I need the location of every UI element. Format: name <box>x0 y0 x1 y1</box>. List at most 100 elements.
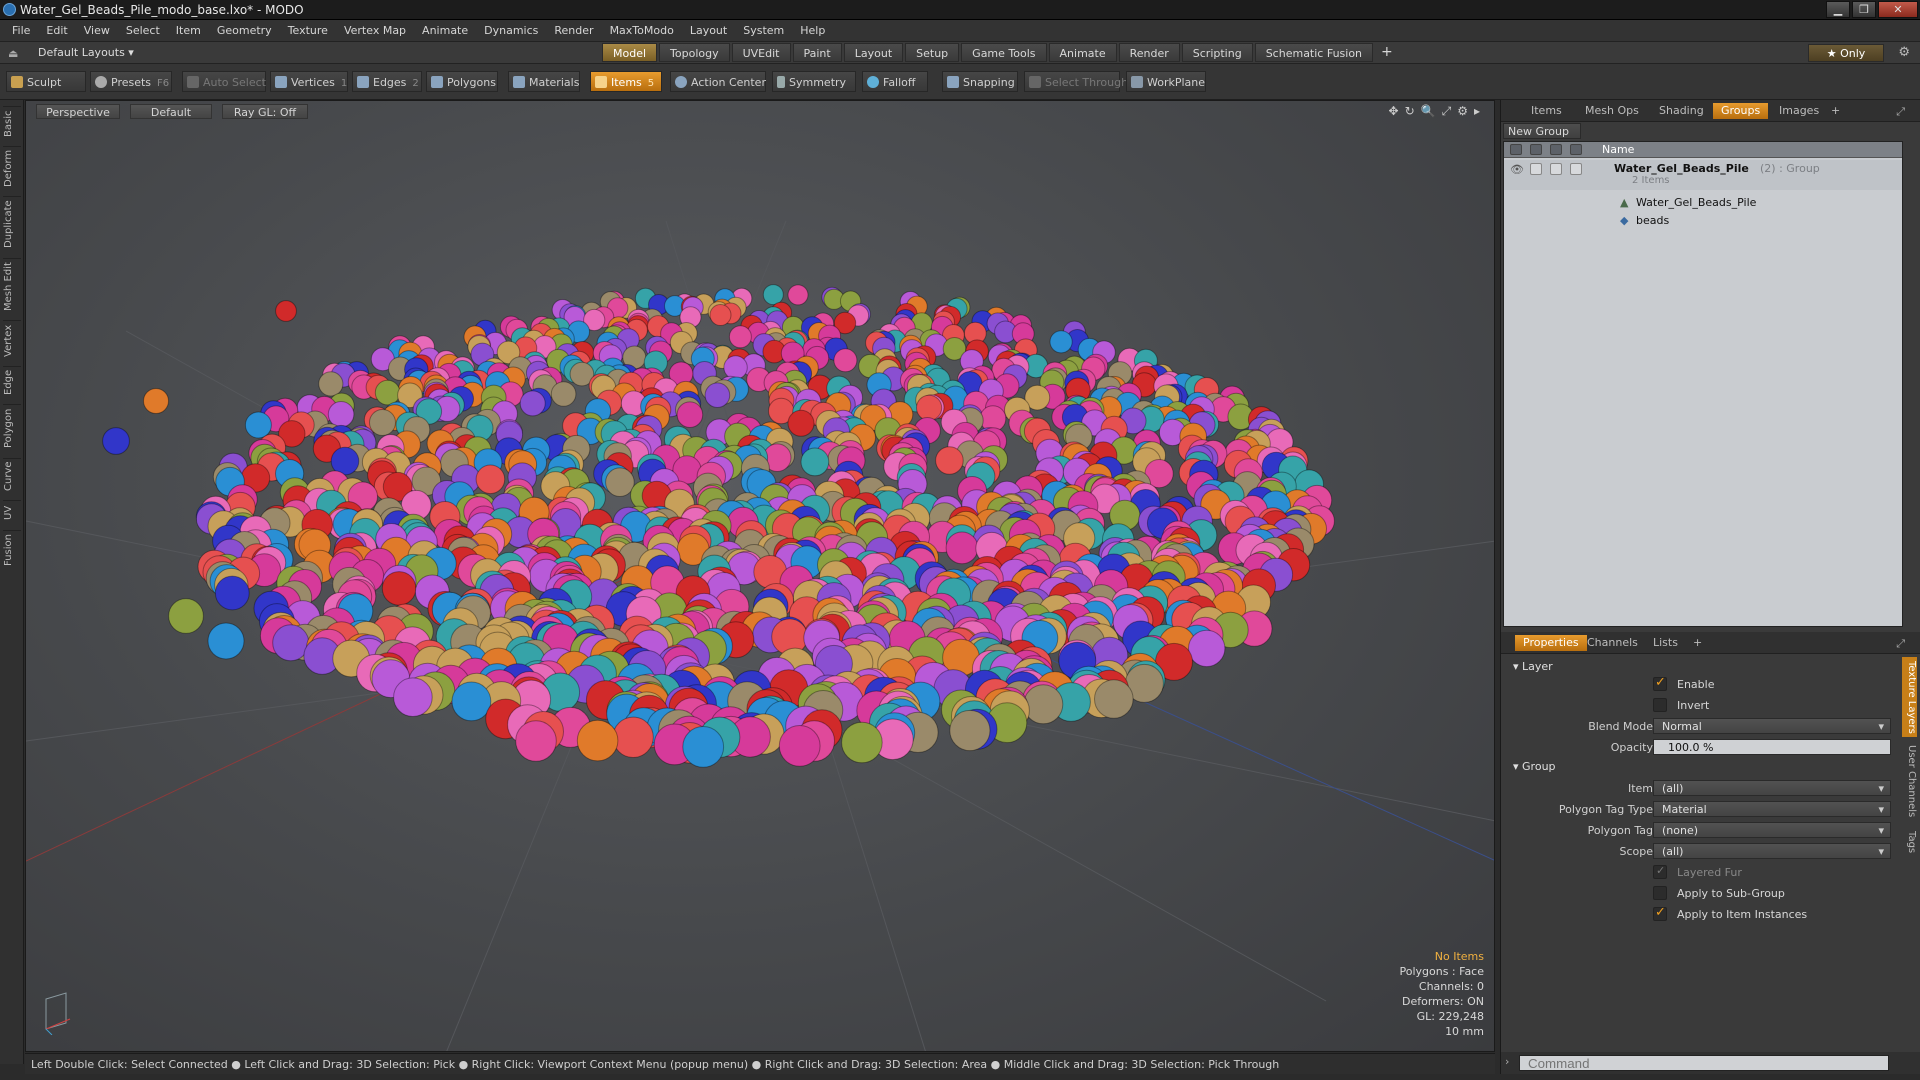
invert-checkbox[interactable] <box>1653 698 1667 712</box>
tab-schematic-fusion[interactable]: Schematic Fusion <box>1254 43 1374 62</box>
snapping-button[interactable]: Snapping <box>942 71 1018 92</box>
visibility-column-icon[interactable] <box>1510 144 1522 155</box>
lock-toggle[interactable] <box>1550 163 1562 175</box>
layout-gear-icon[interactable]: ⚙ <box>1898 45 1910 60</box>
left-tab-deform[interactable]: Deform <box>3 146 21 190</box>
only-toggle-button[interactable]: ★ Only <box>1808 44 1884 62</box>
polygon-tag-dropdown[interactable]: (none) <box>1653 822 1891 838</box>
tab-uvedit[interactable]: UVEdit <box>731 43 791 62</box>
sculpt-button[interactable]: Sculpt <box>6 71 86 92</box>
falloff-button[interactable]: Falloff <box>862 71 928 92</box>
menu-maxtomodo[interactable]: MaxToModo <box>602 20 682 42</box>
polygon-tag-type-dropdown[interactable]: Material <box>1653 801 1891 817</box>
minimize-button[interactable]: ▁ <box>1826 1 1850 18</box>
group-section-header[interactable]: ▾ Group <box>1513 760 1556 773</box>
scope-dropdown[interactable]: (all) <box>1653 843 1891 859</box>
layout-pin-icon[interactable]: ⏏ <box>8 47 18 60</box>
select-toggle[interactable] <box>1570 163 1582 175</box>
menu-help[interactable]: Help <box>792 20 833 42</box>
opacity-slider[interactable]: 100.0 % <box>1653 739 1891 755</box>
menu-file[interactable]: File <box>4 20 38 42</box>
group-child-row[interactable]: ◆ beads <box>1504 212 1902 230</box>
add-tab-button[interactable]: + <box>1375 43 1399 62</box>
menu-dynamics[interactable]: Dynamics <box>476 20 546 42</box>
polygons-button[interactable]: Polygons <box>426 71 498 92</box>
left-tab-uv[interactable]: UV <box>3 500 21 524</box>
side-tab-tags[interactable]: Tags <box>1902 825 1917 859</box>
lock-column-icon[interactable] <box>1550 144 1562 155</box>
new-group-button[interactable]: New Group <box>1503 123 1581 139</box>
maximize-viewport-icon[interactable]: ⤢ <box>1442 104 1452 119</box>
tab-groups[interactable]: Groups <box>1713 103 1769 119</box>
panel-expand-icon[interactable]: ⤢ <box>1888 104 1913 120</box>
vertices-button[interactable]: Vertices 1 <box>270 71 348 92</box>
menu-geometry[interactable]: Geometry <box>209 20 280 42</box>
default-layouts-dropdown[interactable]: Default Layouts ▾ <box>38 46 134 59</box>
symmetry-button[interactable]: Symmetry <box>772 71 856 92</box>
rotate-icon[interactable]: ↻ <box>1405 104 1415 119</box>
view-perspective-dropdown[interactable]: Perspective <box>36 104 120 119</box>
items-button[interactable]: Items 5 <box>590 71 662 92</box>
menu-animate[interactable]: Animate <box>414 20 476 42</box>
blend-mode-dropdown[interactable]: Normal <box>1653 718 1891 734</box>
auto-select-button[interactable]: Auto Select <box>182 71 266 92</box>
close-button[interactable]: ✕ <box>1878 1 1918 18</box>
menu-item[interactable]: Item <box>168 20 209 42</box>
layered-fur-checkbox[interactable] <box>1653 864 1667 879</box>
side-tab-user-channels[interactable]: User Channels <box>1902 741 1917 821</box>
left-tab-edge[interactable]: Edge <box>3 366 21 398</box>
workplane-button[interactable]: WorkPlane <box>1126 71 1206 92</box>
3d-viewport[interactable]: Perspective Default Ray GL: Off ✥ ↻ 🔍 ⤢ … <box>25 100 1495 1052</box>
shading-default-dropdown[interactable]: Default <box>130 104 212 119</box>
viewport-expand-icon[interactable]: ▸ <box>1474 104 1480 119</box>
side-tab-texture-layers[interactable]: Texture Layers <box>1902 657 1917 737</box>
tab-paint[interactable]: Paint <box>792 43 842 62</box>
menu-system[interactable]: System <box>735 20 792 42</box>
tab-images[interactable]: Images <box>1771 103 1827 119</box>
menu-layout[interactable]: Layout <box>682 20 735 42</box>
left-tab-polygon[interactable]: Polygon <box>3 404 21 452</box>
apply-item-instances-checkbox[interactable] <box>1653 905 1667 921</box>
select-through-button[interactable]: Select Through <box>1024 71 1128 92</box>
menu-edit[interactable]: Edit <box>38 20 75 42</box>
menu-vertex-map[interactable]: Vertex Map <box>336 20 414 42</box>
maximize-button[interactable]: ❐ <box>1852 1 1876 18</box>
tab-layout[interactable]: Layout <box>843 43 904 62</box>
tab-setup[interactable]: Setup <box>905 43 960 62</box>
left-tab-fusion[interactable]: Fusion <box>3 530 21 570</box>
render-column-icon[interactable] <box>1530 144 1542 155</box>
item-dropdown[interactable]: (all) <box>1653 780 1891 796</box>
viewport-settings-icon[interactable]: ⚙ <box>1457 104 1468 119</box>
render-toggle[interactable] <box>1530 163 1542 175</box>
add-panel-tab-button[interactable]: + <box>1823 103 1848 119</box>
left-tab-vertex[interactable]: Vertex <box>3 320 21 360</box>
materials-button[interactable]: Materials <box>508 71 580 92</box>
menu-texture[interactable]: Texture <box>280 20 336 42</box>
tab-model[interactable]: Model <box>602 43 658 62</box>
left-tab-mesh-edit[interactable]: Mesh Edit <box>3 258 21 314</box>
layer-section-header[interactable]: ▾ Layer <box>1513 660 1553 673</box>
groups-list[interactable]: Name 👁 Water_Gel_Beads_Pile (2) : Group … <box>1503 141 1903 627</box>
zoom-icon[interactable]: 🔍 <box>1421 104 1436 119</box>
menu-view[interactable]: View <box>76 20 118 42</box>
tab-render[interactable]: Render <box>1118 43 1180 62</box>
tab-topology[interactable]: Topology <box>659 43 730 62</box>
eye-icon[interactable]: 👁 <box>1510 163 1524 176</box>
tab-animate[interactable]: Animate <box>1048 43 1117 62</box>
tab-shading[interactable]: Shading <box>1651 103 1712 119</box>
action-center-button[interactable]: Action Center <box>670 71 766 92</box>
tab-game-tools[interactable]: Game Tools <box>961 43 1047 62</box>
left-tab-curve[interactable]: Curve <box>3 458 21 494</box>
menu-select[interactable]: Select <box>118 20 168 42</box>
enable-checkbox[interactable] <box>1653 675 1667 691</box>
group-child-row[interactable]: ▲ Water_Gel_Beads_Pile <box>1504 194 1902 212</box>
presets-button[interactable]: Presets F6 <box>90 71 172 92</box>
tab-items[interactable]: Items <box>1523 103 1570 119</box>
apply-sub-group-checkbox[interactable] <box>1653 886 1667 900</box>
group-row[interactable]: 👁 Water_Gel_Beads_Pile (2) : Group 2 Ite… <box>1504 160 1902 190</box>
select-column-icon[interactable] <box>1570 144 1582 155</box>
raygl-toggle[interactable]: Ray GL: Off <box>222 104 308 119</box>
tab-mesh-ops[interactable]: Mesh Ops <box>1577 103 1647 119</box>
tab-scripting[interactable]: Scripting <box>1181 43 1253 62</box>
left-tab-basic[interactable]: Basic <box>3 106 21 140</box>
